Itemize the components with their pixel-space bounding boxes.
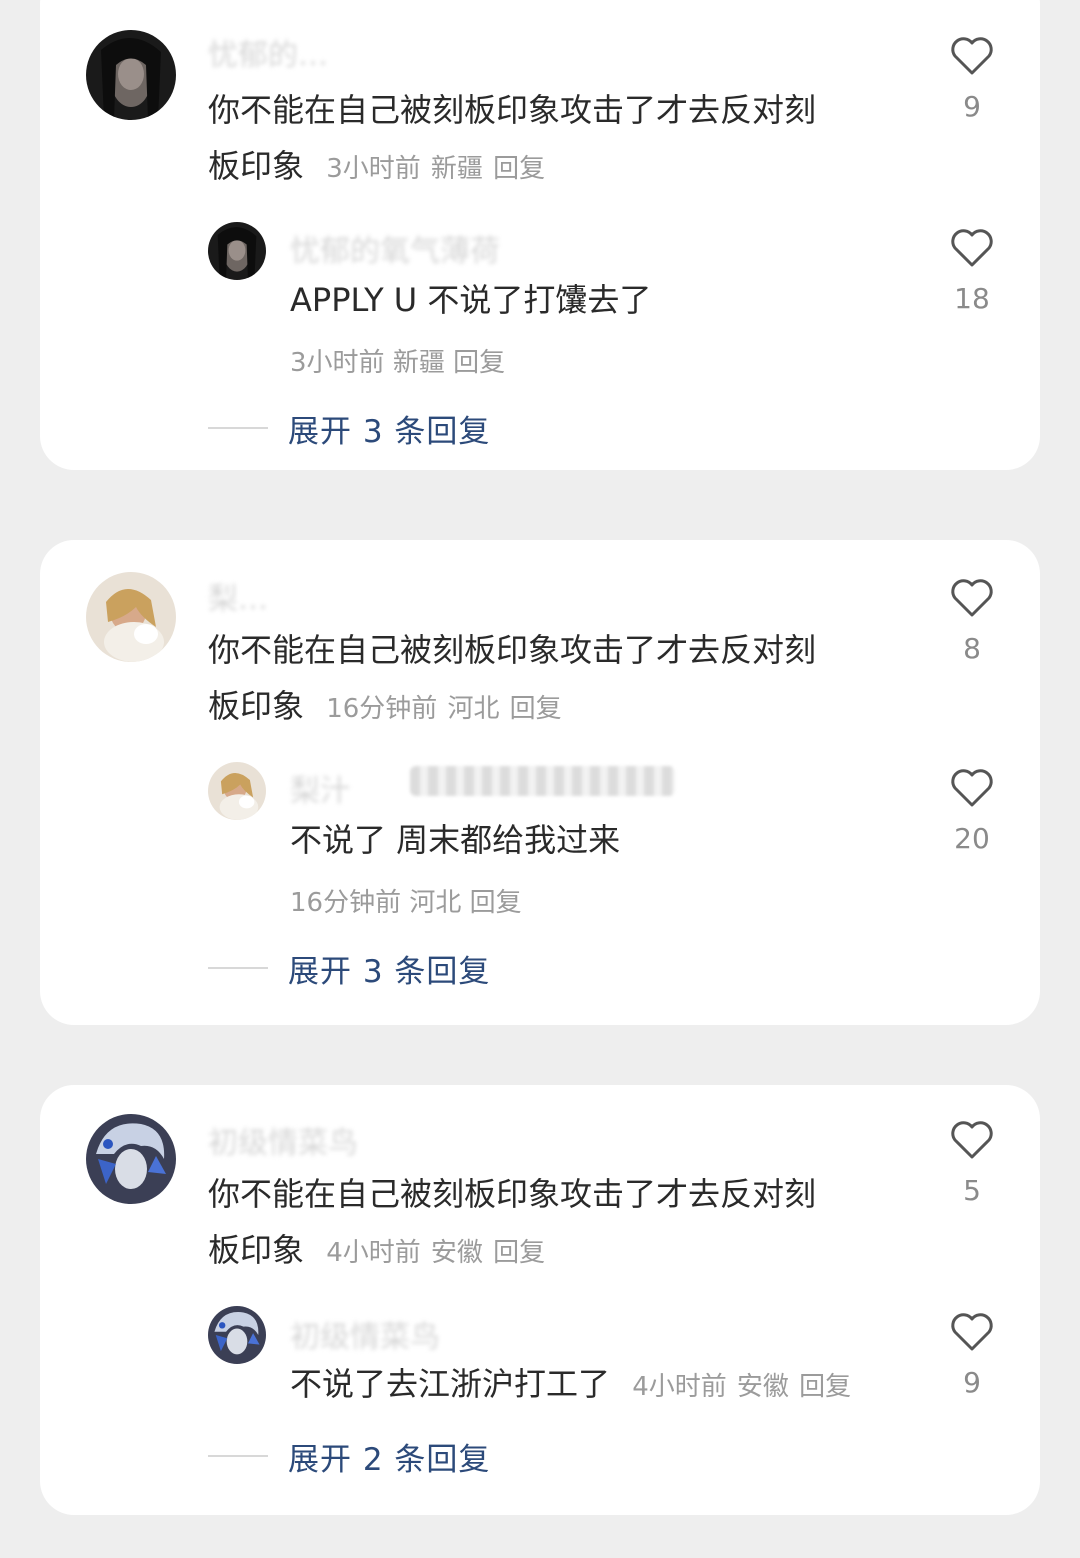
comment-time: 16分钟前	[326, 694, 438, 724]
comment-text-line2: 板印象 16分钟前 河北 回复	[208, 678, 816, 737]
heart-outline-icon	[951, 579, 993, 617]
comment-avatar[interactable]	[86, 572, 176, 662]
like-count: 18	[954, 282, 990, 315]
reply-text: APPLY U 不说了打馕去了	[290, 281, 652, 319]
heart-outline-icon	[951, 1121, 993, 1159]
reply-location: 河北	[409, 888, 462, 918]
reply-button[interactable]: 回复	[470, 888, 522, 918]
expand-replies-label: 展开 3 条回复	[288, 413, 491, 450]
like-count: 9	[963, 90, 981, 123]
avatar-image	[86, 30, 176, 120]
reply-button[interactable]: 回复	[493, 154, 545, 184]
heart-outline-icon	[951, 229, 993, 267]
expand-replies-button[interactable]: 展开 3 条回复	[208, 948, 491, 990]
reply-text-content: 不说了去江浙沪打工了	[290, 1365, 611, 1403]
reply-username[interactable]: 梨汁	[290, 766, 350, 810]
comment-location: 新疆	[430, 154, 483, 184]
reply-location: 安徽	[736, 1372, 789, 1402]
heart-outline-icon	[951, 37, 993, 75]
reply-meta: 16分钟前 河北 回复	[290, 882, 522, 919]
avatar-image	[208, 762, 266, 820]
avatar-image	[86, 1114, 176, 1204]
comment-text-line1: 你不能在自己被刻板印象攻击了才去反对刻	[208, 91, 817, 129]
reply-button[interactable]: 回复	[453, 348, 505, 378]
reply-meta: 3小时前 新疆 回复	[290, 342, 505, 379]
comment-text: 你不能在自己被刻板印象攻击了才去反对刻 板印象 4小时前 安徽 回复	[208, 1166, 816, 1281]
avatar-image	[86, 572, 176, 662]
reply-time: 16分钟前	[290, 888, 402, 918]
comment-text-line2: 板印象 4小时前 安徽 回复	[208, 1222, 816, 1281]
like-button[interactable]: 8	[940, 578, 1004, 665]
reply-text: 不说了去江浙沪打工了 4小时前 安徽 回复	[290, 1356, 851, 1415]
reply-time: 4小时前	[632, 1372, 727, 1402]
comment-username[interactable]: 梨…	[208, 574, 268, 618]
divider	[208, 967, 268, 969]
expand-replies-label: 展开 3 条回复	[288, 953, 491, 990]
comment-avatar[interactable]	[86, 30, 176, 120]
heart-outline-icon	[951, 1313, 993, 1351]
comment-card	[40, 0, 1040, 470]
like-count: 5	[963, 1174, 981, 1207]
like-button[interactable]: 5	[940, 1120, 1004, 1207]
reply-button[interactable]: 回复	[799, 1372, 851, 1402]
reply-avatar[interactable]	[208, 1306, 266, 1364]
expand-replies-button[interactable]: 展开 2 条回复	[208, 1436, 491, 1478]
reply-text: 不说了 周末都给我过来	[290, 821, 621, 859]
comment-username[interactable]: 初级情菜鸟	[208, 1118, 358, 1162]
comment-text-line2-text: 板印象	[208, 147, 305, 185]
comment-text-line2-text: 板印象	[208, 687, 305, 725]
like-button[interactable]: 20	[940, 768, 1004, 855]
comment-avatar[interactable]	[86, 1114, 176, 1204]
comment-text: 你不能在自己被刻板印象攻击了才去反对刻 板印象 3小时前 新疆 回复	[208, 82, 816, 197]
comment-username[interactable]: 忧郁的…	[208, 30, 328, 74]
reply-button[interactable]: 回复	[493, 1238, 545, 1268]
comment-text-line1: 你不能在自己被刻板印象攻击了才去反对刻	[208, 1175, 817, 1213]
like-count: 8	[963, 632, 981, 665]
reply-username[interactable]: 初级情菜鸟	[290, 1312, 440, 1356]
divider	[208, 427, 268, 429]
comment-location: 安徽	[430, 1238, 483, 1268]
divider	[208, 1455, 268, 1457]
comment-time: 3小时前	[326, 154, 421, 184]
comment-card	[40, 1085, 1040, 1515]
heart-outline-icon	[951, 769, 993, 807]
expand-replies-button[interactable]: 展开 3 条回复	[208, 408, 491, 450]
reply-avatar[interactable]	[208, 762, 266, 820]
like-button[interactable]: 9	[940, 1312, 1004, 1399]
redacted-username-bar	[410, 766, 675, 796]
like-count: 9	[963, 1366, 981, 1399]
reply-time: 3小时前	[290, 348, 385, 378]
like-count: 20	[954, 822, 990, 855]
comment-location: 河北	[447, 694, 500, 724]
reply-location: 新疆	[392, 348, 445, 378]
comment-time: 4小时前	[326, 1238, 421, 1268]
comment-text: 你不能在自己被刻板印象攻击了才去反对刻 板印象 16分钟前 河北 回复	[208, 622, 816, 737]
reply-button[interactable]: 回复	[510, 694, 562, 724]
comment-text-line1: 你不能在自己被刻板印象攻击了才去反对刻	[208, 631, 817, 669]
expand-replies-label: 展开 2 条回复	[288, 1441, 491, 1478]
reply-username[interactable]: 忧郁的氧气薄荷	[290, 226, 500, 270]
comment-text-line2: 板印象 3小时前 新疆 回复	[208, 138, 816, 197]
like-button[interactable]: 18	[940, 228, 1004, 315]
like-button[interactable]: 9	[940, 36, 1004, 123]
comment-text-line2-text: 板印象	[208, 1231, 305, 1269]
avatar-image	[208, 222, 266, 280]
avatar-image	[208, 1306, 266, 1364]
reply-avatar[interactable]	[208, 222, 266, 280]
